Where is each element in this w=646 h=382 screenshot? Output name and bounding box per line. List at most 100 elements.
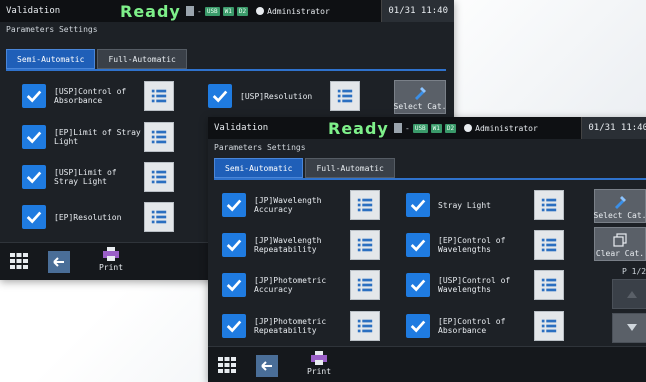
scroll-up-button[interactable] <box>612 279 646 309</box>
chevron-up-icon <box>627 291 637 298</box>
param-row: [JP]Photometric Accuracy <box>222 269 380 301</box>
param-detail-button[interactable] <box>534 230 564 260</box>
param-row: [USP]Control of Wavelengths <box>406 269 564 301</box>
param-label: [USP]Resolution <box>240 91 313 101</box>
user-icon <box>256 7 265 15</box>
back-button[interactable] <box>256 355 278 377</box>
checkmark-icon <box>226 279 242 292</box>
grid-menu-icon[interactable] <box>218 357 236 373</box>
tab-semi-automatic[interactable]: Semi-Automatic <box>6 49 96 69</box>
param-checkbox[interactable] <box>208 84 232 108</box>
select-category-button[interactable]: Select Cat. <box>594 189 646 223</box>
param-checkbox[interactable] <box>22 205 46 229</box>
param-row: [USP]Resolution <box>208 80 360 112</box>
tab-full-automatic[interactable]: Full-Automatic <box>97 49 187 69</box>
tab-full-automatic[interactable]: Full-Automatic <box>305 158 395 178</box>
param-checkbox[interactable] <box>222 273 246 297</box>
tab-underline <box>6 69 446 71</box>
user-indicator: Administrator <box>256 7 330 16</box>
param-label: [JP]Wavelength Repeatability <box>254 236 322 254</box>
device-icon <box>186 6 194 16</box>
tab-underline <box>214 178 646 180</box>
print-label: Print <box>98 263 124 272</box>
user-name: Administrator <box>267 6 330 16</box>
param-detail-button[interactable] <box>144 162 174 192</box>
param-row: [JP]Wavelength Repeatability <box>222 229 380 261</box>
param-checkbox[interactable] <box>222 314 246 338</box>
printer-icon <box>311 351 327 365</box>
param-checkbox[interactable] <box>222 193 246 217</box>
select-category-label: Select Cat. <box>593 211 646 220</box>
select-category-button[interactable]: Select Cat. <box>393 80 447 114</box>
device-indicators: - USB W1 D2 <box>186 6 249 16</box>
usb-indicator: USB <box>204 6 220 16</box>
checkmark-icon <box>226 320 242 333</box>
param-row: [EP]Resolution <box>22 201 174 233</box>
list-icon <box>357 319 373 333</box>
clock: 01/31 11:40 <box>381 0 454 22</box>
checkmark-icon <box>212 90 228 103</box>
param-detail-button[interactable] <box>350 190 380 220</box>
print-label: Print <box>306 367 332 376</box>
checkmark-icon <box>26 90 42 103</box>
param-row: [USP]Limit of Stray Light <box>22 161 174 193</box>
param-label: [EP]Resolution <box>54 212 122 222</box>
section-label: Parameters Settings <box>214 143 306 152</box>
lamp-d2-indicator: D2 <box>444 123 457 133</box>
list-icon <box>151 89 167 103</box>
printer-icon <box>103 247 119 261</box>
print-button[interactable]: Print <box>304 349 334 382</box>
param-detail-button[interactable] <box>350 270 380 300</box>
param-checkbox[interactable] <box>406 314 430 338</box>
param-label: [JP]Photometric Repeatability <box>254 317 327 335</box>
screen-title: Validation <box>6 6 61 16</box>
param-detail-button[interactable] <box>144 122 174 152</box>
param-row: [EP]Control of Wavelengths <box>406 229 564 261</box>
clear-category-label: Clear Cat. <box>595 249 645 258</box>
checkmark-icon <box>410 199 426 212</box>
tab-semi-automatic[interactable]: Semi-Automatic <box>214 158 304 178</box>
param-checkbox[interactable] <box>222 233 246 257</box>
param-detail-button[interactable] <box>144 202 174 232</box>
param-detail-button[interactable] <box>534 311 564 341</box>
param-checkbox[interactable] <box>406 193 430 217</box>
mode-tabs: Semi-Automatic Full-Automatic <box>6 49 187 69</box>
checkmark-icon <box>226 199 242 212</box>
param-label: [USP]Control of Absorbance <box>54 87 127 105</box>
param-row: [EP]Control of Absorbance <box>406 310 564 342</box>
param-checkbox[interactable] <box>406 273 430 297</box>
print-button[interactable]: Print <box>96 245 126 279</box>
param-label: [EP]Control of Absorbance <box>438 317 506 335</box>
select-category-label: Select Cat. <box>393 102 447 111</box>
list-icon <box>357 238 373 252</box>
param-checkbox[interactable] <box>406 233 430 257</box>
param-detail-button[interactable] <box>350 311 380 341</box>
param-detail-button[interactable] <box>144 81 174 111</box>
device-icon <box>394 123 402 133</box>
clear-category-button[interactable]: Clear Cat. <box>594 227 646 261</box>
param-checkbox[interactable] <box>22 125 46 149</box>
param-detail-button[interactable] <box>534 270 564 300</box>
checkmark-icon <box>410 239 426 252</box>
chevron-down-icon <box>627 324 637 331</box>
param-detail-button[interactable] <box>534 190 564 220</box>
user-name: Administrator <box>475 123 538 133</box>
grid-menu-icon[interactable] <box>10 253 28 269</box>
checkmark-icon <box>26 211 42 224</box>
list-icon <box>357 278 373 292</box>
param-row: [JP]Photometric Repeatability <box>222 310 380 342</box>
back-button[interactable] <box>48 251 70 273</box>
scroll-down-button[interactable] <box>612 313 646 343</box>
param-row: [JP]Wavelength Accuracy <box>222 189 380 221</box>
list-icon <box>151 130 167 144</box>
param-label: [USP]Control of Wavelengths <box>438 276 511 294</box>
list-icon <box>541 198 557 212</box>
usb-indicator: USB <box>412 123 428 133</box>
list-icon <box>541 278 557 292</box>
page-indicator: P 1/2 <box>622 267 646 276</box>
param-detail-button[interactable] <box>350 230 380 260</box>
bottom-toolbar: Print <box>208 346 646 382</box>
param-detail-button[interactable] <box>330 81 360 111</box>
param-checkbox[interactable] <box>22 84 46 108</box>
param-checkbox[interactable] <box>22 165 46 189</box>
